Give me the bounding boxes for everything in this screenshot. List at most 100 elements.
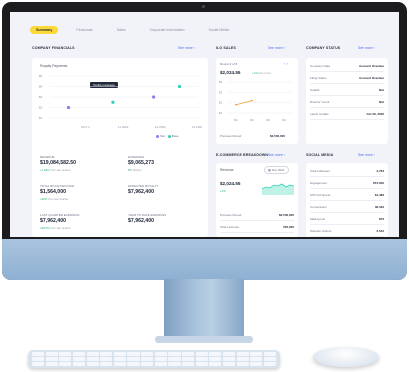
data-point (235, 103, 237, 106)
expenses-change-value: 8% (128, 168, 133, 172)
expected-royalty-label: EXPECTED ROYALTY (128, 184, 159, 188)
ilo-sales-change: +1% last round (252, 71, 271, 75)
mouse (313, 347, 379, 367)
expenses-change-note: Margin (132, 168, 142, 172)
keyboard-key (154, 357, 167, 361)
ecommerce-see-more-link[interactable]: See more › (268, 153, 285, 157)
keyboard-key (263, 352, 276, 356)
keyboard-key (168, 362, 181, 366)
tab-corporate-information[interactable]: Corporate Information (144, 26, 191, 34)
ytd-earnings-label: YEAR TO DATE EARNINGS (128, 213, 167, 217)
data-point (152, 95, 156, 99)
last-quarter-earnings-change: +$8.5% from last quarter (40, 226, 71, 230)
revenue-value: $19,084,582.50 (40, 160, 77, 166)
y-tick-label: $2 (219, 101, 223, 105)
keyboard-key (59, 352, 72, 356)
tab-social-media[interactable]: Social Media (203, 26, 236, 34)
social-row-value: 873 (378, 216, 384, 221)
ecommerce-row: Previous Round $2,500,000 (220, 209, 294, 221)
keyboard-key (86, 357, 99, 361)
keyboard-key (100, 362, 113, 366)
keyboard-key (100, 352, 113, 356)
keyboard-key (182, 357, 195, 361)
keyboard-key (209, 362, 222, 366)
company-status-card: Company Data Account Overdue Filing Statu… (306, 58, 388, 144)
y-tick-label: $5 (39, 74, 43, 78)
keyboard-key (72, 352, 86, 356)
keyboard-key (141, 352, 154, 356)
calendar-icon: ▦ (268, 168, 271, 172)
chevron-right-icon: › (193, 46, 195, 50)
ecommerce-sparkline (262, 183, 294, 195)
x-tick-label: R3 (266, 118, 270, 122)
monitor-chin (2, 239, 407, 280)
chevron-right-icon: › (373, 46, 375, 50)
company-financials-card: Royalty Payments Tooltip message $5 $4 $3 $… (32, 58, 208, 237)
revenue-change-note: from last quarter (50, 168, 71, 172)
revenue-label: REVENUE (40, 155, 55, 159)
keyboard-key (182, 362, 195, 366)
ecommerce-period-selector[interactable]: ▦ Nov 2021 (264, 166, 289, 174)
social-row-label: Conversions (310, 204, 327, 209)
social-row-value: 36,346 (374, 204, 384, 209)
legend-base-swatch (167, 134, 171, 138)
ilo-sales-value: $2,024.55 (220, 70, 241, 75)
keyboard-key (168, 357, 181, 361)
screen: Summary Financials Sales Corporate Infor… (10, 12, 399, 237)
x-tick-label: R1 (234, 118, 238, 122)
ecommerce-row: Total Licenses 500,000 (220, 221, 294, 233)
company-financials-see-more-link[interactable]: See more › (178, 46, 195, 50)
expenses-change: 8% Margin (128, 168, 141, 172)
y-tick-label: $4 (219, 80, 223, 84)
last-quarter-earnings-change-value: +$8.5% (40, 226, 50, 230)
ilo-sales-change-note: last round (258, 71, 271, 75)
ilo-previous-round-value: $2,500,000 (270, 134, 286, 138)
legend-slot: Slot (160, 134, 166, 138)
keyboard-key (141, 357, 154, 361)
status-row-label: Latest Update (310, 111, 329, 116)
social-row-label: Total Followers (310, 168, 331, 173)
status-row-label: Filing Status (310, 75, 327, 80)
keyboard-key (236, 362, 249, 366)
royalties-paid-change: +$2% from last quarter (40, 197, 68, 201)
company-status-see-more-link[interactable]: See more › (358, 46, 375, 50)
ilo-sales-see-more-link[interactable]: See more › (268, 46, 285, 50)
ilo-prev-next: ‹ › (284, 61, 288, 66)
monitor-stand-foot (155, 336, 253, 343)
see-more-label: See more (178, 46, 193, 50)
social-row-value: 873,000 (373, 180, 384, 185)
keyboard-key (86, 352, 99, 356)
status-row: Company Data Account Overdue (310, 60, 384, 72)
tab-financials[interactable]: Financials (70, 26, 98, 34)
last-quarter-earnings-value: $7,962,400 (40, 218, 66, 224)
keyboard-key (141, 362, 154, 366)
chevron-right-icon[interactable]: › (284, 153, 285, 157)
social-row-label: MTD Ad Spend (310, 192, 331, 197)
status-row-value: Account Overdue (358, 75, 384, 80)
see-more-label: See more (268, 46, 283, 50)
status-row-value: Oct 26, 2020 (366, 111, 384, 116)
ecommerce-row-label: Previous Round (220, 212, 242, 217)
status-row-label: Director Count (310, 99, 330, 104)
social-media-see-more-link[interactable]: See more › (358, 153, 375, 157)
keyboard-key (32, 357, 45, 361)
royalty-payments-chart: $5 $4 $3 $2 $1 OCT 1 11 2021 12 2021 13 2021 (39, 74, 202, 129)
keyboard-key (236, 357, 249, 361)
tab-sales[interactable]: Sales (111, 26, 132, 34)
x-tick-label: 12 2021 (155, 125, 166, 129)
status-row: Latest Update Oct 26, 2020 (310, 108, 384, 120)
ilo-sales-card: Round 3 of 8 ‹ › $2,024.55 +1% last roun… (216, 58, 298, 144)
keyboard-key (86, 362, 99, 366)
keyboard-key (250, 357, 263, 361)
ilo-round-label: Round 3 of 8 (220, 62, 238, 66)
keyboard-key (72, 357, 86, 361)
tab-summary[interactable]: Summary (30, 26, 59, 34)
ilo-sales-title: ILO SALES (216, 46, 236, 50)
status-row-value: N/A (378, 99, 384, 104)
status-row: Filing Status Account Overdue (310, 72, 384, 84)
ecommerce-row-label: Total Licenses (220, 224, 240, 229)
ecommerce-title: E-COMMERCE BREAKDOWN (216, 153, 269, 157)
monitor-stand (164, 279, 244, 339)
royalties-paid-label: TOTAL ROYALTIES PAID (40, 184, 75, 188)
chevron-right-icon[interactable]: › (286, 61, 287, 66)
